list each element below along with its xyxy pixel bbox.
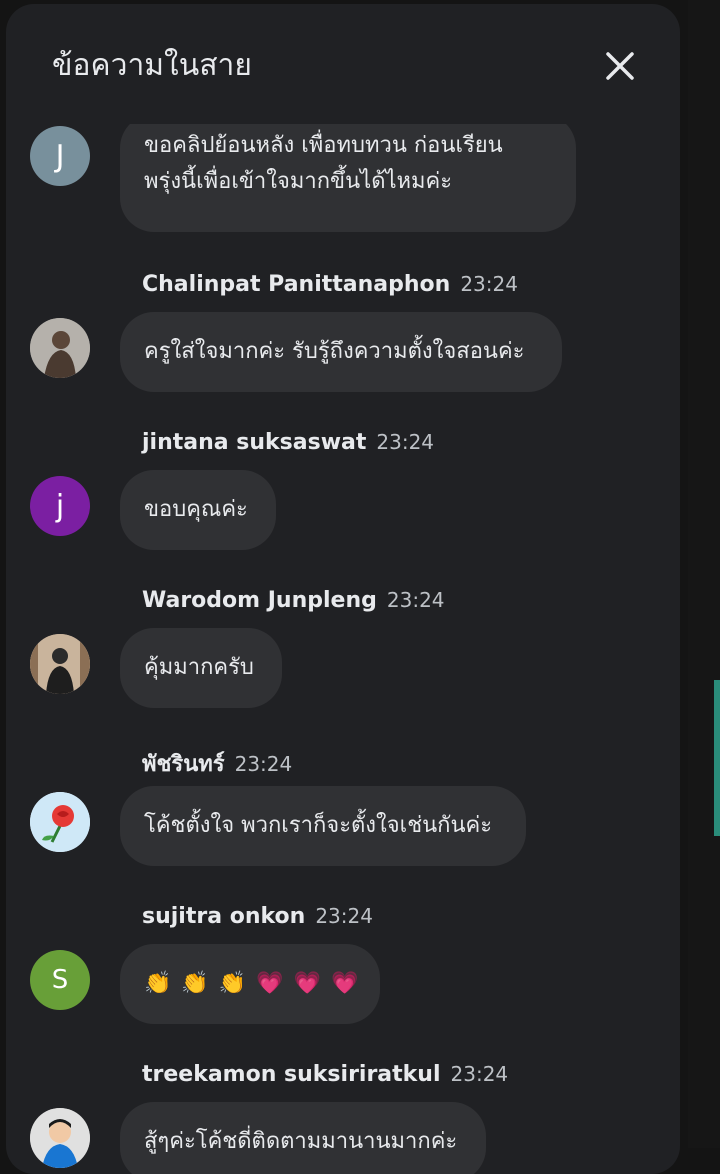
message-text-line: ครูใส่ใจมากค่ะ รับรู้ถึงความตั้งใจสอนค่ะ — [144, 339, 525, 364]
message-bubble: ขอคลิปย้อนหลัง เพื่อทบทวน ก่อนเรียน พรุ่… — [120, 124, 576, 232]
close-icon — [606, 52, 634, 80]
message-time: 23:24 — [234, 752, 293, 776]
message-time: 23:24 — [376, 430, 435, 454]
message-bubble: โค้ชตั้งใจ พวกเราก็จะตั้งใจเช่นกันค่ะ — [120, 786, 526, 866]
message-time: 23:24 — [315, 904, 373, 928]
avatar — [30, 1108, 90, 1168]
background-strip — [688, 0, 720, 1148]
message-bubble: คุ้มมากครับ — [120, 628, 282, 708]
heart-icon: 💗 — [331, 971, 359, 996]
message-list[interactable]: J ขอคลิปย้อนหลัง เพื่อทบทวน ก่อนเรียน พร… — [6, 124, 680, 1174]
message-header: Chalinpat Panittanaphon 23:24 — [142, 272, 518, 297]
panel-title: ข้อความในสาย — [52, 48, 252, 83]
message-text-line: พรุ่งนี้เพื่อเข้าใจมากขึ้นได้ไหมค่ะ — [144, 169, 453, 194]
message-text-line: ขอบคุณค่ะ — [144, 497, 248, 522]
message-text-line: คุ้มมากครับ — [144, 655, 254, 680]
author-name: Warodom Junpleng — [142, 588, 377, 613]
avatar: J — [30, 126, 90, 186]
avatar: j — [30, 476, 90, 536]
message-bubble: 👏 👏 👏 💗 💗 💗 — [120, 944, 380, 1024]
clapping-hands-icon: 👏 — [181, 971, 209, 996]
message-time: 23:24 — [450, 1062, 509, 1086]
heart-icon: 💗 — [256, 971, 284, 996]
heart-icon: 💗 — [293, 971, 322, 996]
scrollbar-thumb[interactable] — [714, 680, 720, 836]
user-photo-icon — [30, 634, 90, 694]
rose-icon — [30, 792, 90, 852]
user-photo-icon — [30, 1108, 90, 1168]
avatar: S — [30, 950, 90, 1010]
author-name: jintana suksaswat — [142, 430, 367, 455]
message-header: Warodom Junpleng 23:24 — [142, 588, 445, 613]
message-text-line: ขอคลิปย้อนหลัง เพื่อทบทวน ก่อนเรียน — [144, 133, 503, 158]
author-name: sujitra onkon — [142, 904, 306, 929]
avatar-letter: j — [55, 488, 65, 524]
avatar — [30, 792, 90, 852]
message-header: treekamon suksiriratkul 23:24 — [142, 1062, 508, 1087]
clapping-hands-icon: 👏 — [144, 971, 172, 996]
message-time: 23:24 — [386, 588, 445, 612]
user-photo-icon — [30, 318, 90, 378]
in-call-messages-panel: ข้อความในสาย J ขอคลิปย้อนหลัง เพื่อทบทวน… — [6, 4, 680, 1174]
author-name: พัชรินทร์ — [142, 752, 225, 777]
avatar-letter: J — [55, 138, 65, 174]
message-bubble: สู้ๆค่ะโค้ชดี่ติดตามมานานมากค่ะ — [120, 1102, 486, 1174]
message-header: sujitra onkon 23:24 — [142, 904, 373, 929]
emoji-row: 👏 👏 👏 💗 💗 💗 — [144, 966, 359, 1002]
author-name: Chalinpat Panittanaphon — [142, 272, 451, 297]
message-header: พัชรินทร์ 23:24 — [142, 746, 292, 781]
avatar — [30, 634, 90, 694]
avatar — [30, 318, 90, 378]
clapping-hands-icon: 👏 — [218, 971, 247, 996]
message-bubble: ขอบคุณค่ะ — [120, 470, 276, 550]
message-time: 23:24 — [460, 272, 518, 296]
author-name: treekamon suksiriratkul — [142, 1062, 441, 1087]
message-bubble: ครูใส่ใจมากค่ะ รับรู้ถึงความตั้งใจสอนค่ะ — [120, 312, 562, 392]
close-button[interactable] — [602, 48, 638, 84]
avatar-letter: S — [51, 965, 69, 995]
message-text-line: สู้ๆค่ะโค้ชดี่ติดตามมานานมากค่ะ — [144, 1129, 458, 1154]
message-text-line: โค้ชตั้งใจ พวกเราก็จะตั้งใจเช่นกันค่ะ — [144, 813, 493, 838]
message-header: jintana suksaswat 23:24 — [142, 430, 434, 455]
